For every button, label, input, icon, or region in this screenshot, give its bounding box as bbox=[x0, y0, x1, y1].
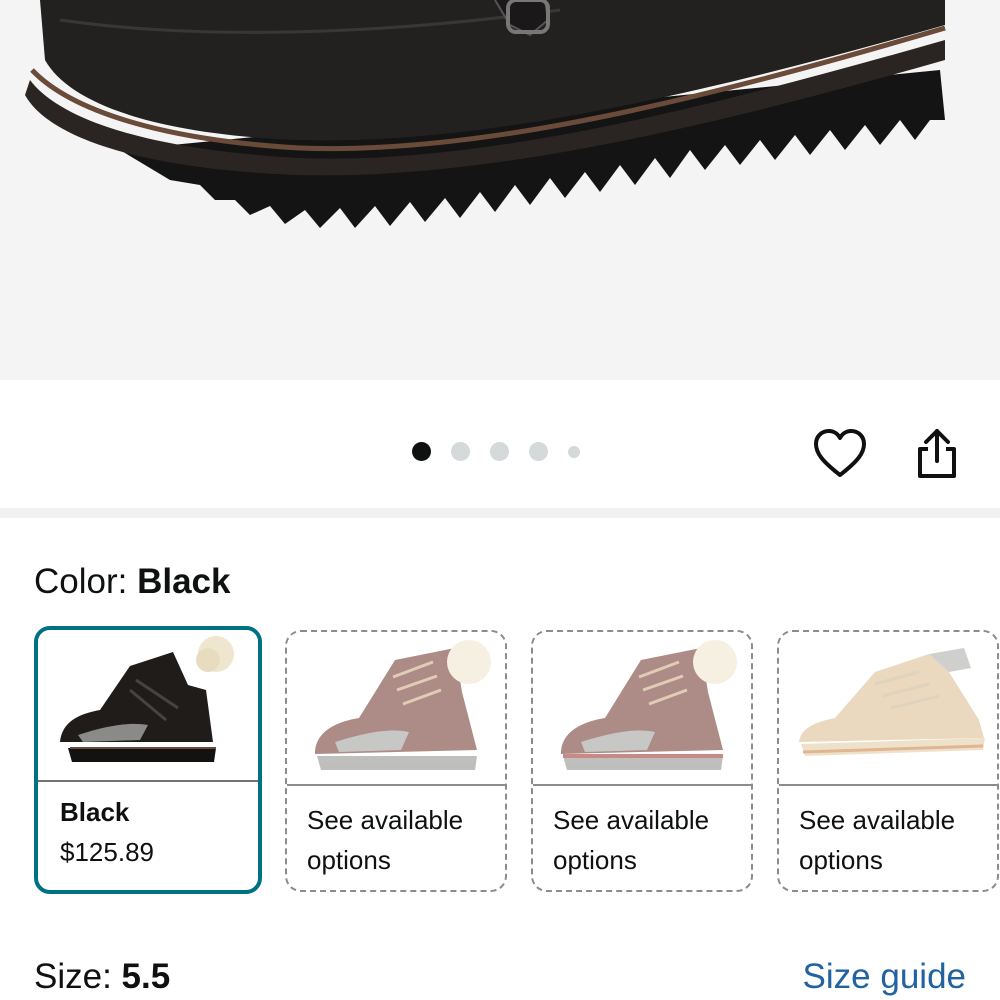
swatch-text: See available options bbox=[553, 800, 709, 880]
swatch-name: Black bbox=[60, 797, 130, 827]
swatch-separator bbox=[533, 784, 751, 786]
size-guide-link[interactable]: Size guide bbox=[803, 955, 966, 999]
heart-icon[interactable] bbox=[812, 425, 868, 483]
color-label-prefix: Color: bbox=[34, 562, 138, 601]
carousel-dot-1[interactable] bbox=[412, 442, 431, 461]
section-divider bbox=[0, 508, 1000, 518]
swatch-line-1: See available bbox=[307, 805, 464, 835]
carousel-dot-2[interactable] bbox=[451, 442, 470, 461]
swatch-image bbox=[38, 630, 258, 780]
swatch-image bbox=[533, 632, 751, 784]
swatch-image bbox=[779, 632, 997, 784]
color-swatch-4[interactable]: See available options bbox=[777, 630, 999, 892]
size-label: Size: 5.5 bbox=[34, 955, 170, 999]
color-label: Color: Black bbox=[34, 560, 231, 604]
boot-closeup-image bbox=[25, 0, 946, 228]
swatch-text: Black $125.89 bbox=[60, 792, 154, 872]
product-image[interactable] bbox=[0, 0, 1000, 380]
carousel-dot-3[interactable] bbox=[490, 442, 509, 461]
color-swatch-3[interactable]: See available options bbox=[531, 630, 753, 892]
swatch-line-1: See available bbox=[553, 805, 710, 835]
swatch-line-2: options bbox=[553, 845, 637, 875]
color-swatch-black[interactable]: Black $125.89 bbox=[34, 626, 262, 894]
swatch-line-2: options bbox=[799, 845, 883, 875]
swatch-price: $125.89 bbox=[60, 837, 154, 867]
share-icon[interactable] bbox=[912, 425, 962, 483]
swatch-separator bbox=[287, 784, 505, 786]
selected-size-value: 5.5 bbox=[121, 957, 171, 996]
swatch-image bbox=[287, 632, 505, 784]
swatch-separator bbox=[779, 784, 997, 786]
selected-color-value: Black bbox=[137, 562, 231, 601]
swatch-text: See available options bbox=[799, 800, 955, 880]
carousel-dot-5[interactable] bbox=[568, 445, 580, 458]
carousel-dot-4[interactable] bbox=[529, 442, 548, 461]
color-swatch-2[interactable]: See available options bbox=[285, 630, 507, 892]
carousel-dots[interactable] bbox=[412, 442, 600, 461]
swatch-line-1: See available bbox=[799, 805, 956, 835]
size-label-prefix: Size: bbox=[34, 957, 122, 996]
swatch-text: See available options bbox=[307, 800, 463, 880]
swatch-line-2: options bbox=[307, 845, 391, 875]
swatch-separator bbox=[38, 780, 258, 782]
